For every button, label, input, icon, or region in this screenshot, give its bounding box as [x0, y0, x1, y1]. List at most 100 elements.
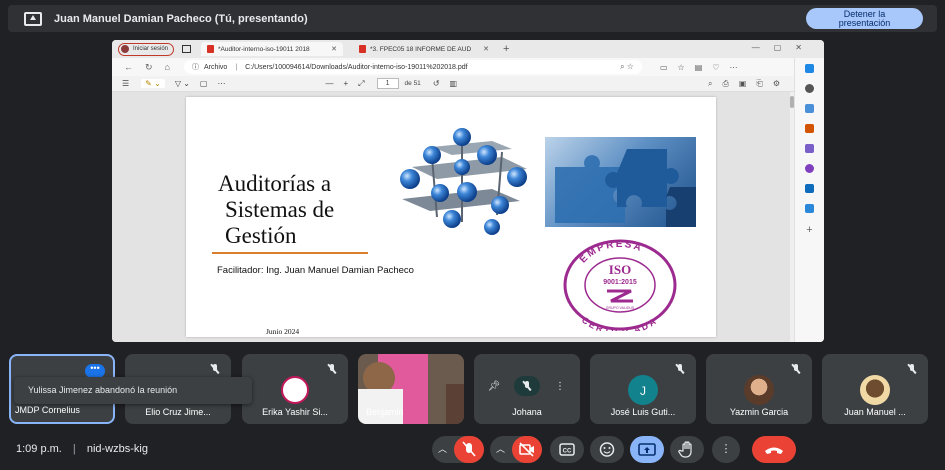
participant-tile-yazmin[interactable]: Yazmin Garcia — [706, 354, 812, 424]
chevron-up-icon[interactable]: ︿ — [496, 436, 505, 463]
puzzle-image — [545, 137, 696, 227]
avatar — [744, 375, 774, 405]
draw-icon[interactable]: ▽ ⌄ — [175, 79, 190, 88]
close-tab-icon[interactable]: ✕ — [331, 45, 337, 53]
molecule-image — [400, 128, 527, 235]
close-tab-icon[interactable]: ✕ — [483, 45, 489, 53]
participant-tile-jose-luis[interactable]: J José Luis Guti... — [590, 354, 696, 424]
text-icon[interactable]: ▢ — [200, 79, 208, 88]
pdf-toolbar: ☰ ✎ ⌄ ▽ ⌄ ▢ ⋯ — + ⤢ 1 de 51 ↺ ▥ ⌕⎙▣⎗⚙ — [112, 76, 824, 92]
outlook-icon[interactable] — [805, 184, 814, 193]
participant-tile-juan-manuel[interactable]: Juan Manuel ... — [822, 354, 928, 424]
slide-title-line-2: Sistemas de — [225, 197, 335, 222]
browser-toolbar-icons[interactable]: ▭☆▤♡⋯ — [660, 63, 747, 72]
avatar: J — [628, 375, 658, 405]
tag-icon[interactable] — [805, 104, 814, 113]
add-sidebar-icon[interactable]: + — [795, 224, 824, 236]
mic-off-icon — [462, 441, 476, 457]
raise-hand-button[interactable] — [670, 436, 704, 463]
zoom-out-icon[interactable]: — — [325, 79, 333, 88]
search-icon[interactable] — [805, 84, 814, 93]
slide-date: Junio 2024 — [266, 327, 300, 336]
edge-sidebar: + — [794, 58, 824, 342]
more-options-button[interactable]: ⋮ — [712, 436, 740, 463]
mic-control[interactable]: ︿ — [432, 436, 484, 463]
games-icon[interactable] — [805, 144, 814, 153]
address-bar: ← ↻ ⌂ ⓘ Archivo | C:/Users/100094614/Dow… — [112, 58, 824, 76]
presenting-title: Juan Manuel Damian Pacheco (Tú, presenta… — [54, 12, 308, 25]
office-icon[interactable] — [805, 164, 814, 173]
contents-icon[interactable]: ☰ — [122, 79, 129, 88]
clock-time: 1:09 p.m. — [16, 443, 62, 455]
mic-off-icon — [676, 364, 684, 374]
url-text: C:/Users/100094614/Downloads/Auditor-int… — [245, 63, 468, 71]
camera-control[interactable]: ︿ — [490, 436, 542, 463]
shared-browser-window: Iniciar sesión *Auditor-interno-iso-1901… — [112, 40, 824, 342]
mic-off-button[interactable] — [454, 436, 484, 463]
page-number-input[interactable]: 1 — [376, 78, 399, 89]
drop-icon[interactable] — [805, 204, 814, 213]
tab-strip: Iniciar sesión *Auditor-interno-iso-1901… — [112, 40, 824, 58]
profile-signin-label: Iniciar sesión — [133, 46, 169, 52]
window-controls[interactable]: —▢✕ — [752, 43, 816, 52]
participant-name: José Luis Guti... — [610, 407, 676, 417]
zoom-icon[interactable]: ⌕ ☆ — [620, 62, 634, 72]
tab-actions-icon[interactable] — [182, 45, 192, 53]
title-underline — [212, 252, 368, 254]
new-tab-icon[interactable]: + — [503, 43, 509, 55]
pdf-page: Auditorías a Sistemas de Gestión Facilit… — [186, 97, 716, 337]
present-screen-icon — [638, 443, 656, 456]
more-tools-icon[interactable]: ⋯ — [217, 79, 225, 88]
page-total: de 51 — [404, 80, 421, 87]
hover-controls: 📌︎ ⋮ — [486, 376, 568, 396]
zoom-in-icon[interactable]: + — [343, 79, 348, 88]
mic-off-icon — [328, 364, 336, 374]
video-person-2 — [446, 384, 464, 424]
svg-text:CC: CC — [563, 449, 572, 455]
copilot-icon[interactable] — [805, 64, 814, 73]
home-icon[interactable]: ⌂ — [165, 62, 170, 72]
pin-icon[interactable]: 📌︎ — [486, 381, 502, 392]
more-options-button[interactable]: ••• — [85, 364, 105, 378]
camera-off-button[interactable] — [512, 436, 542, 463]
slide-title: Auditorías a Sistemas de Gestión — [218, 171, 418, 249]
seal-standard: 9001:2015 — [603, 279, 637, 286]
present-screen-icon — [24, 11, 42, 26]
mic-off-icon — [908, 364, 916, 374]
meet-window: Juan Manuel Damian Pacheco (Tú, presenta… — [0, 0, 945, 470]
back-icon[interactable]: ← — [124, 62, 133, 72]
meeting-info: 1:09 p.m. | nid-wzbs-kig — [16, 443, 148, 455]
puzzle-pieces-icon — [555, 149, 696, 227]
rotate-icon[interactable]: ↺ — [433, 79, 440, 88]
participant-tile-johana[interactable]: 📌︎ ⋮ Johana — [474, 354, 580, 424]
captions-icon: CC — [559, 443, 575, 456]
tab-label: *Auditor-interno-iso-19011 2018 — [218, 45, 310, 53]
page-view-icon[interactable]: ▥ — [450, 79, 458, 88]
mute-toggle[interactable] — [514, 376, 540, 396]
pdf-right-icons[interactable]: ⌕⎙▣⎗⚙ — [708, 79, 790, 89]
participant-name: Benjamin — [366, 407, 404, 417]
highlight-icon[interactable]: ✎ ⌄ — [141, 79, 165, 88]
shopping-icon[interactable] — [805, 124, 814, 133]
fit-page-icon[interactable]: ⤢ — [358, 79, 364, 89]
reactions-button[interactable] — [590, 436, 624, 463]
leave-notification: Yulissa Jimenez abandonó la reunión — [14, 377, 252, 404]
url-separator: | — [235, 63, 238, 71]
chevron-up-icon[interactable]: ︿ — [438, 436, 447, 463]
tab-pdf-informe[interactable]: *3. FPEC05 18 INFORME DE AUD ✕ — [353, 42, 495, 56]
reload-icon[interactable]: ↻ — [145, 62, 153, 73]
presenting-bar: Juan Manuel Damian Pacheco (Tú, presenta… — [8, 5, 937, 32]
captions-button[interactable]: CC — [550, 436, 584, 463]
slide-title-line-3: Gestión — [225, 223, 297, 248]
meeting-code: nid-wzbs-kig — [86, 443, 148, 455]
profile-signin-button[interactable]: Iniciar sesión — [118, 42, 175, 56]
url-field[interactable]: ⓘ Archivo | C:/Users/100094614/Downloads… — [183, 60, 642, 74]
participant-tile-benjamin[interactable]: Benjamin — [358, 354, 464, 424]
participant-tile-erika[interactable]: Erika Yashir Si... — [242, 354, 348, 424]
leave-call-button[interactable] — [752, 436, 796, 463]
present-now-button[interactable] — [630, 436, 664, 463]
stop-presenting-button[interactable]: Detener la presentación — [806, 8, 923, 29]
more-vert-icon[interactable]: ⋮ — [552, 381, 568, 392]
tab-pdf-auditor[interactable]: *Auditor-interno-iso-19011 2018 ✕ — [201, 42, 344, 56]
seal-bottom-text: CERTIFICADA — [580, 315, 659, 331]
